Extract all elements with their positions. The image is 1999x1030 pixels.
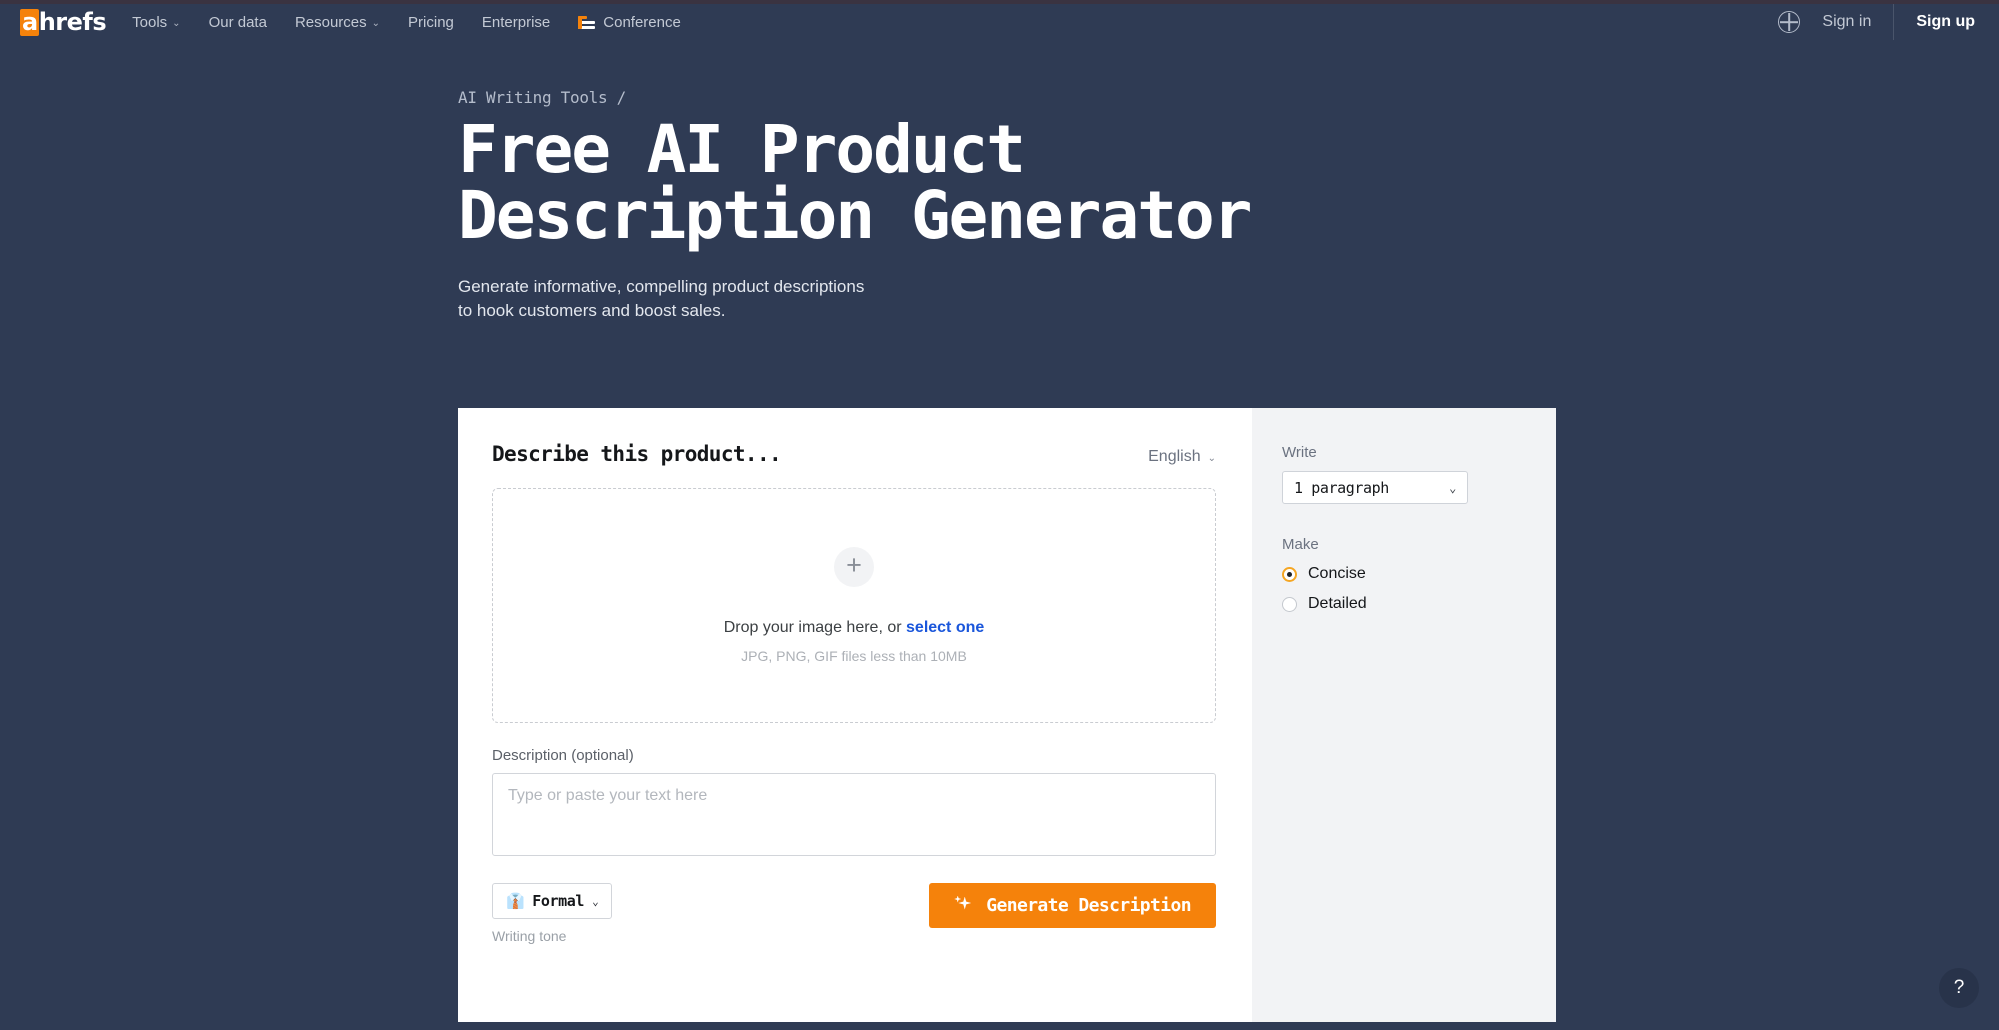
logo-a-mark: a xyxy=(20,9,39,36)
radio-button-unselected[interactable] xyxy=(1282,597,1297,612)
chevron-down-icon: ⌄ xyxy=(1208,453,1216,464)
nav-item-enterprise[interactable]: Enterprise xyxy=(482,14,550,31)
image-dropzone[interactable]: + Drop your image here, or select one JP… xyxy=(492,488,1216,723)
nav-item-resources[interactable]: Resources ⌄ xyxy=(295,14,380,31)
chevron-down-icon: ⌄ xyxy=(372,18,380,29)
generator-form: Describe this product... English ⌄ + Dro… xyxy=(458,408,1252,1022)
writing-tone-value: Formal xyxy=(532,892,584,910)
nav-item-our-data[interactable]: Our data xyxy=(209,14,267,31)
write-length-value: 1 paragraph xyxy=(1294,479,1389,497)
description-label: Description (optional) xyxy=(492,747,1216,764)
page-title: Free AI Product Description Generator xyxy=(458,117,1458,249)
card-header: Describe this product... English ⌄ xyxy=(492,442,1216,466)
sign-up-button[interactable]: Sign up xyxy=(1893,4,1999,40)
write-length-select[interactable]: 1 paragraph ⌄ xyxy=(1282,471,1468,504)
generate-description-button[interactable]: Generate Description xyxy=(929,883,1216,928)
sign-in-button[interactable]: Sign in xyxy=(1822,13,1893,31)
nav-item-enterprise-label: Enterprise xyxy=(482,14,550,31)
radio-option-concise[interactable]: Concise xyxy=(1282,565,1526,583)
main-navbar: ahrefs Tools ⌄ Our data Resources ⌄ Pric… xyxy=(0,4,1999,40)
card-title: Describe this product... xyxy=(492,442,781,466)
hero-section: AI Writing Tools / Free AI Product Descr… xyxy=(458,88,1458,323)
chevron-down-icon: ⌄ xyxy=(172,18,180,29)
conference-logo-icon xyxy=(578,16,595,29)
ahrefs-logo[interactable]: ahrefs xyxy=(20,7,106,37)
dropzone-hint: JPG, PNG, GIF files less than 10MB xyxy=(741,648,967,664)
nav-right-actions: Sign in Sign up xyxy=(1778,4,1999,40)
radio-button-selected[interactable] xyxy=(1282,567,1297,582)
radio-option-concise-label: Concise xyxy=(1308,565,1366,583)
generate-button-label: Generate Description xyxy=(986,895,1191,916)
breadcrumb[interactable]: AI Writing Tools / xyxy=(458,88,1458,107)
dropzone-prompt: Drop your image here, or xyxy=(724,619,906,636)
description-input[interactable] xyxy=(492,773,1216,856)
sparkle-icon xyxy=(954,896,974,916)
nav-links: Tools ⌄ Our data Resources ⌄ Pricing Ent… xyxy=(132,14,681,31)
writing-tone-sublabel: Writing tone xyxy=(492,928,612,944)
radio-option-detailed-label: Detailed xyxy=(1308,595,1367,613)
necktie-icon: 👔 xyxy=(506,892,524,910)
nav-item-tools-label: Tools xyxy=(132,14,167,31)
chevron-down-icon: ⌄ xyxy=(1449,481,1456,495)
nav-item-pricing[interactable]: Pricing xyxy=(408,14,454,31)
generator-card: Describe this product... English ⌄ + Dro… xyxy=(458,408,1556,1022)
page-subtitle: Generate informative, compelling product… xyxy=(458,275,1458,323)
nav-item-resources-label: Resources xyxy=(295,14,367,31)
dropzone-text: Drop your image here, or select one xyxy=(724,619,985,637)
nav-item-pricing-label: Pricing xyxy=(408,14,454,31)
select-file-link[interactable]: select one xyxy=(906,619,984,636)
nav-item-conference-label: Conference xyxy=(603,14,681,31)
writing-tone-group: 👔 Formal ⌄ Writing tone xyxy=(492,883,612,944)
make-label: Make xyxy=(1282,536,1526,553)
nav-item-tools[interactable]: Tools ⌄ xyxy=(132,14,180,31)
nav-item-our-data-label: Our data xyxy=(209,14,267,31)
logo-wordmark: hrefs xyxy=(39,8,106,36)
language-selector[interactable]: English ⌄ xyxy=(1148,448,1216,466)
chevron-down-icon: ⌄ xyxy=(592,895,598,908)
write-label: Write xyxy=(1282,444,1526,461)
writing-tone-dropdown[interactable]: 👔 Formal ⌄ xyxy=(492,883,612,919)
form-actions: 👔 Formal ⌄ Writing tone Generate Descrip… xyxy=(492,883,1216,944)
language-value: English xyxy=(1148,448,1200,466)
globe-icon[interactable] xyxy=(1778,11,1800,33)
help-button[interactable]: ? xyxy=(1939,968,1979,1008)
plus-icon: + xyxy=(834,547,874,587)
options-panel: Write 1 paragraph ⌄ Make Concise Detaile… xyxy=(1252,408,1556,1022)
nav-item-conference[interactable]: Conference xyxy=(578,14,681,31)
radio-option-detailed[interactable]: Detailed xyxy=(1282,595,1526,613)
